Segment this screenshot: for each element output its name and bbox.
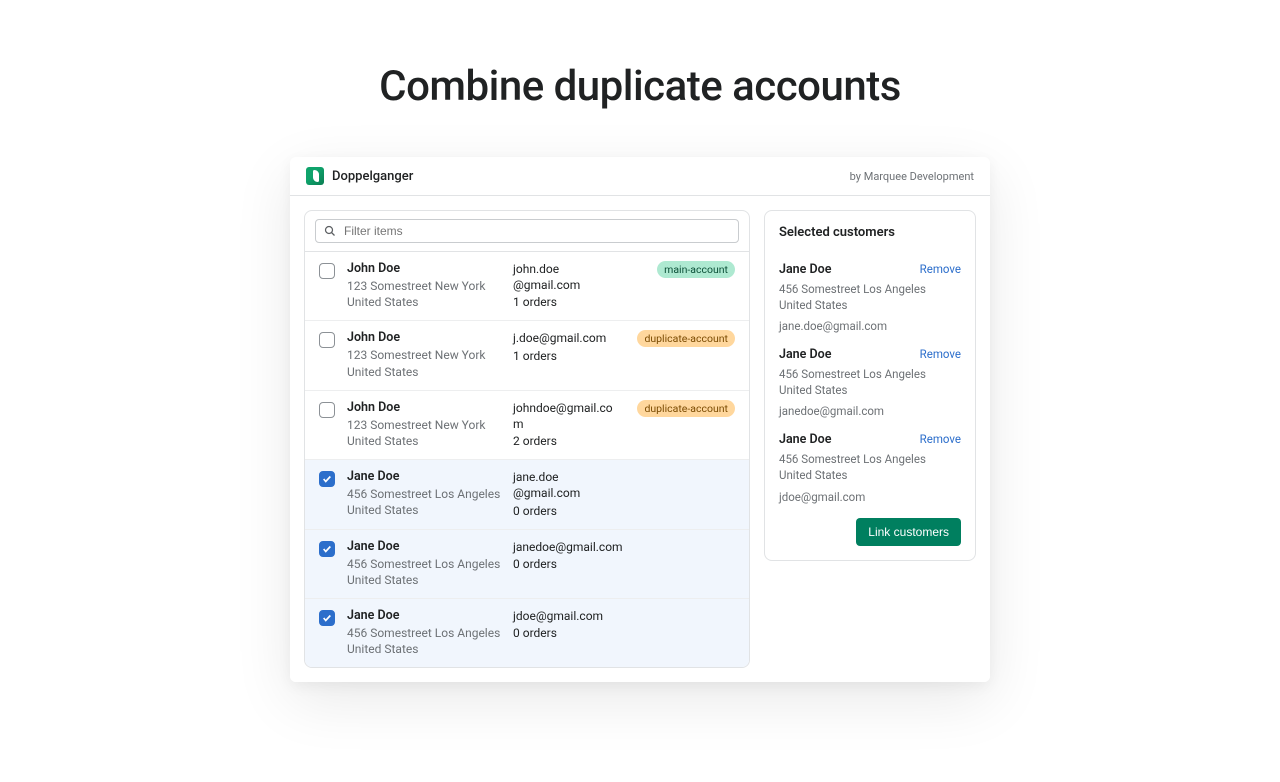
customer-orders: 1 orders — [513, 295, 623, 309]
row-email-col: janedoe@gmail.com 0 orders — [513, 539, 623, 571]
duplicate-account-badge: duplicate-account — [637, 400, 735, 417]
selected-item: Jane Doe Remove 456 Somestreet Los Angeles… — [779, 432, 961, 503]
search-input[interactable] — [344, 224, 730, 238]
customer-address: 456 Somestreet Los Angeles United States — [347, 486, 501, 518]
customer-email: janedoe@gmail.com — [513, 539, 623, 555]
search-icon — [324, 225, 336, 237]
table-row[interactable]: John Doe 123 Somestreet New York United S… — [305, 252, 749, 321]
brand: Doppelganger — [306, 167, 413, 185]
row-main-col: John Doe 123 Somestreet New York United S… — [347, 400, 501, 449]
row-tag-col: duplicate-account — [635, 400, 735, 417]
row-tag-col: main-account — [635, 261, 735, 278]
selected-name: Jane Doe — [779, 432, 831, 447]
table-row[interactable]: John Doe 123 Somestreet New York United S… — [305, 321, 749, 390]
customer-name: Jane Doe — [347, 539, 501, 554]
main-account-badge: main-account — [657, 261, 735, 278]
table-row[interactable]: John Doe 123 Somestreet New York United S… — [305, 391, 749, 460]
table-row[interactable]: Jane Doe 456 Somestreet Los Angeles Unite… — [305, 599, 749, 667]
row-email-col: john.doe @gmail.com 1 orders — [513, 261, 623, 309]
table-row[interactable]: Jane Doe 456 Somestreet Los Angeles Unite… — [305, 460, 749, 529]
customer-address: 456 Somestreet Los Angeles United States — [347, 556, 501, 588]
selected-email: jdoe@gmail.com — [779, 490, 961, 504]
customer-rows: John Doe 123 Somestreet New York United S… — [305, 252, 749, 667]
customer-email: jdoe@gmail.com — [513, 608, 623, 624]
table-row[interactable]: Jane Doe 456 Somestreet Los Angeles Unite… — [305, 530, 749, 599]
customer-email: johndoe@gmail.com — [513, 400, 623, 432]
customer-email: jane.doe @gmail.com — [513, 469, 623, 501]
selected-item-header: Jane Doe Remove — [779, 262, 961, 277]
customer-address: 123 Somestreet New York United States — [347, 417, 501, 449]
byline: by Marquee Development — [850, 170, 974, 183]
customer-address: 123 Somestreet New York United States — [347, 347, 501, 379]
selected-email: janedoe@gmail.com — [779, 404, 961, 418]
page-title: Combine duplicate accounts — [0, 62, 1280, 111]
selected-item-header: Jane Doe Remove — [779, 432, 961, 447]
row-email-col: jane.doe @gmail.com 0 orders — [513, 469, 623, 517]
selected-address: 456 Somestreet Los Angeles United States — [779, 366, 961, 398]
customer-orders: 2 orders — [513, 434, 623, 448]
selected-email: jane.doe@gmail.com — [779, 319, 961, 333]
remove-link[interactable]: Remove — [920, 347, 961, 361]
selected-name: Jane Doe — [779, 347, 831, 362]
customer-name: John Doe — [347, 400, 501, 415]
row-main-col: Jane Doe 456 Somestreet Los Angeles Unite… — [347, 539, 501, 588]
app-header: Doppelganger by Marquee Development — [290, 157, 990, 196]
app-window: Doppelganger by Marquee Development John… — [290, 157, 990, 682]
row-main-col: Jane Doe 456 Somestreet Los Angeles Unite… — [347, 469, 501, 518]
customer-name: John Doe — [347, 330, 501, 345]
row-email-col: jdoe@gmail.com 0 orders — [513, 608, 623, 640]
customer-list-panel: John Doe 123 Somestreet New York United S… — [304, 210, 750, 668]
customer-address: 123 Somestreet New York United States — [347, 278, 501, 310]
customer-orders: 0 orders — [513, 504, 623, 518]
link-customers-button[interactable]: Link customers — [856, 518, 961, 546]
row-email-col: johndoe@gmail.com 2 orders — [513, 400, 623, 448]
search-row — [305, 211, 749, 252]
row-main-col: John Doe 123 Somestreet New York United S… — [347, 330, 501, 379]
row-checkbox[interactable] — [319, 263, 335, 279]
search-box[interactable] — [315, 219, 739, 243]
selected-item: Jane Doe Remove 456 Somestreet Los Angeles… — [779, 262, 961, 333]
row-main-col: John Doe 123 Somestreet New York United S… — [347, 261, 501, 310]
customer-name: Jane Doe — [347, 608, 501, 623]
row-checkbox[interactable] — [319, 471, 335, 487]
customer-orders: 0 orders — [513, 557, 623, 571]
customer-name: Jane Doe — [347, 469, 501, 484]
selected-title: Selected customers — [779, 225, 961, 240]
app-name: Doppelganger — [332, 169, 413, 184]
row-checkbox[interactable] — [319, 332, 335, 348]
selected-panel: Selected customers Jane Doe Remove 456 Som… — [764, 210, 976, 561]
selected-name: Jane Doe — [779, 262, 831, 277]
app-logo-icon — [306, 167, 324, 185]
selected-address: 456 Somestreet Los Angeles United States — [779, 451, 961, 483]
customer-name: John Doe — [347, 261, 501, 276]
app-body: John Doe 123 Somestreet New York United S… — [290, 196, 990, 682]
selected-address: 456 Somestreet Los Angeles United States — [779, 281, 961, 313]
row-checkbox[interactable] — [319, 541, 335, 557]
row-checkbox[interactable] — [319, 402, 335, 418]
customer-email: john.doe @gmail.com — [513, 261, 623, 293]
row-email-col: j.doe@gmail.com 1 orders — [513, 330, 623, 362]
duplicate-account-badge: duplicate-account — [637, 330, 735, 347]
row-tag-col: duplicate-account — [635, 330, 735, 347]
row-checkbox[interactable] — [319, 610, 335, 626]
customer-email: j.doe@gmail.com — [513, 330, 623, 346]
remove-link[interactable]: Remove — [920, 432, 961, 446]
customer-address: 456 Somestreet Los Angeles United States — [347, 625, 501, 657]
customer-orders: 0 orders — [513, 626, 623, 640]
selected-item-header: Jane Doe Remove — [779, 347, 961, 362]
selected-item: Jane Doe Remove 456 Somestreet Los Angeles… — [779, 347, 961, 418]
row-main-col: Jane Doe 456 Somestreet Los Angeles Unite… — [347, 608, 501, 657]
customer-orders: 1 orders — [513, 349, 623, 363]
remove-link[interactable]: Remove — [920, 262, 961, 276]
